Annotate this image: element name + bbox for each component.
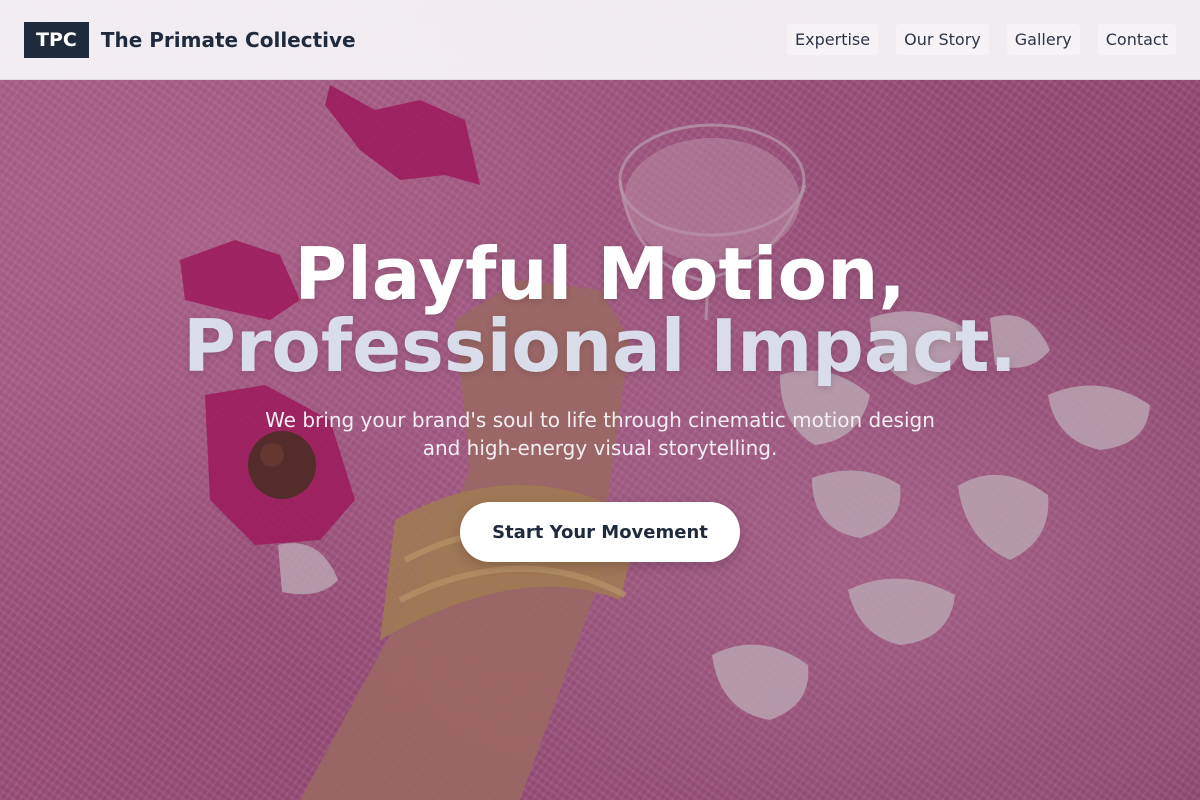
hero-section: Playful Motion, Professional Impact. We … <box>0 80 1200 800</box>
hero-headline-line1: Playful Motion, <box>294 232 906 316</box>
logo-badge[interactable]: TPC <box>24 21 89 58</box>
start-your-movement-button[interactable]: Start Your Movement <box>460 502 740 562</box>
hero-headline-line2: Professional Impact. <box>183 304 1017 388</box>
site-header: TPC The Primate Collective Expertise Our… <box>0 0 1200 80</box>
brand-name[interactable]: The Primate Collective <box>101 28 356 52</box>
nav-link-gallery[interactable]: Gallery <box>1006 24 1080 55</box>
nav-link-our-story[interactable]: Our Story <box>896 24 989 55</box>
main-nav: Expertise Our Story Gallery Contact <box>787 24 1176 55</box>
nav-link-contact[interactable]: Contact <box>1097 24 1176 55</box>
hero-subtitle: We bring your brand's soul to life throu… <box>265 408 935 460</box>
nav-link-expertise[interactable]: Expertise <box>787 24 879 55</box>
